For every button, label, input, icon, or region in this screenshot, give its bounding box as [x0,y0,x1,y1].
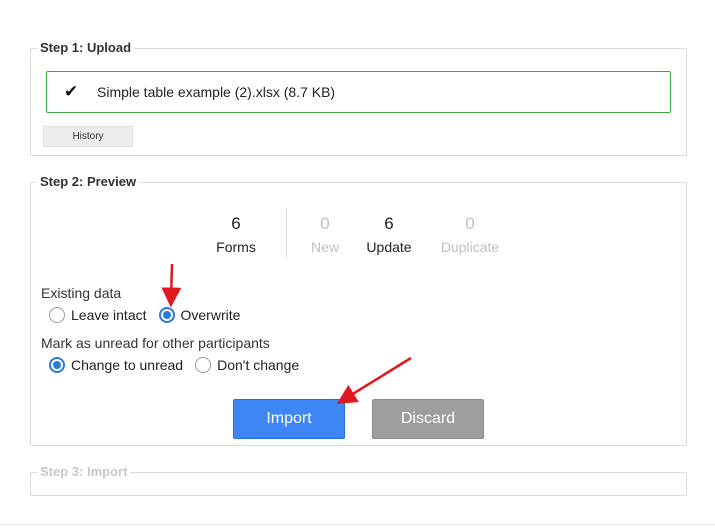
radio-change-to-unread-label: Change to unread [71,357,184,373]
stat-duplicate-number: 0 [465,214,475,233]
step1-upload-section: Step 1: Upload ✔ Simple table example (2… [30,39,687,156]
stat-update: 6 Update [349,213,429,256]
radio-leave-intact-circle[interactable] [49,307,65,323]
stat-update-label: Update [366,239,412,255]
file-name: Simple table example (2).xlsx (8.7 KB) [97,84,336,100]
radio-leave-intact-label: Leave intact [71,307,147,323]
import-stats: 6 Forms 0 New 6 Update 0 Duplicate [31,208,686,263]
bottom-divider [0,524,715,525]
stat-forms-number: 6 [231,214,241,233]
stat-forms-label: Forms [216,239,256,255]
stat-duplicate-label: Duplicate [440,239,500,255]
stat-forms: 6 Forms [196,213,276,256]
step3-legend: Step 3: Import [37,463,131,481]
radio-dont-change[interactable]: Don't change [195,357,299,373]
import-button[interactable]: Import [233,399,345,439]
step1-legend: Step 1: Upload [37,39,135,57]
radio-dont-change-circle[interactable] [195,357,212,373]
existing-data-radio-group: Leave intact Overwrite [49,307,252,323]
radio-overwrite[interactable]: Overwrite [158,307,241,323]
existing-data-label: Existing data [41,285,122,301]
checkmark-icon: ✔ [64,82,79,101]
radio-dont-change-label: Don't change [217,357,300,373]
mark-unread-label: Mark as unread for other participants [41,335,270,351]
radio-change-to-unread-circle[interactable] [49,357,65,373]
stat-update-number: 6 [384,214,394,233]
mark-unread-radio-group: Change to unread Don't change [49,357,311,373]
radio-change-to-unread[interactable]: Change to unread [49,357,183,373]
radio-leave-intact[interactable]: Leave intact [49,307,147,323]
stat-duplicate: 0 Duplicate [430,213,510,256]
discard-button[interactable]: Discard [372,399,484,439]
step3-import-section: Step 3: Import [30,463,687,496]
step2-legend: Step 2: Preview [37,173,140,191]
radio-overwrite-circle[interactable] [158,307,175,323]
uploaded-file-box: ✔ Simple table example (2).xlsx (8.7 KB) [46,71,671,113]
history-button[interactable]: History [43,126,133,147]
radio-overwrite-label: Overwrite [180,307,241,323]
step2-preview-section: Step 2: Preview 6 Forms 0 New 6 Update 0… [30,173,687,446]
